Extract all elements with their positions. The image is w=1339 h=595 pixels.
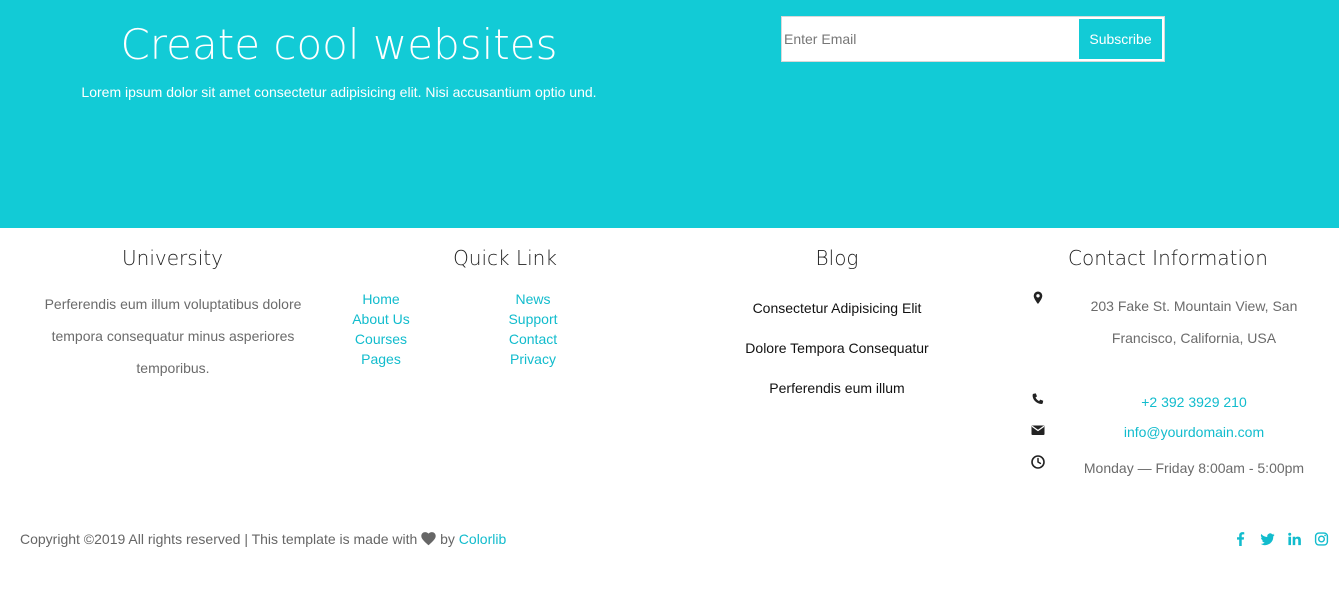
contact-email-link[interactable]: info@yourdomain.com (1074, 422, 1314, 442)
contact-address: 203 Fake St. Mountain View, San Francisc… (1090, 298, 1298, 346)
list-item: News (483, 289, 583, 309)
heart-icon (421, 532, 436, 549)
hero-subtitle: Lorem ipsum dolor sit amet consectetur a… (81, 84, 597, 100)
contact-hours: Monday — Friday 8:00am - 5:00pm (1083, 460, 1305, 476)
copyright-prefix: Copyright ©2019 All rights reserved | Th… (20, 531, 418, 547)
copyright-by: by (440, 531, 455, 547)
copyright-text: Copyright ©2019 All rights reserved | Th… (20, 531, 506, 549)
blog-post-link[interactable]: Dolore Tempora Consequatur (693, 338, 981, 378)
contact-title: Contact Information (1068, 246, 1268, 270)
list-item: Support (483, 309, 583, 329)
link-pages[interactable]: Pages (361, 351, 401, 367)
link-contact[interactable]: Contact (509, 331, 557, 347)
list-item: Pages (331, 349, 431, 369)
blog-title: Blog (815, 246, 859, 270)
social-links (1233, 531, 1329, 547)
quick-links-list-1: Home About Us Courses Pages (331, 289, 431, 369)
link-about-us[interactable]: About Us (352, 311, 410, 327)
blog-post-link[interactable]: Consectetur Adipisicing Elit (693, 298, 981, 338)
quick-links-list-2: News Support Contact Privacy (483, 289, 583, 369)
linkedin-icon[interactable] (1287, 531, 1302, 547)
list-item: Contact (483, 329, 583, 349)
hero-section: Create cool websites Lorem ipsum dolor s… (0, 0, 1339, 228)
quick-link-title: Quick Link (453, 246, 557, 270)
list-item: Courses (331, 329, 431, 349)
list-item: Privacy (483, 349, 583, 369)
contact-phone-link[interactable]: +2 392 3929 210 (1074, 392, 1314, 412)
subscribe-form: Subscribe (781, 16, 1165, 62)
university-title: University (122, 246, 223, 270)
blog-post-link[interactable]: Perferendis eum illum (693, 378, 981, 418)
link-home[interactable]: Home (362, 291, 399, 307)
university-text: Perferendis eum illum voluptatibus dolor… (44, 296, 302, 376)
link-news[interactable]: News (515, 291, 550, 307)
hero-title: Create cool websites (120, 20, 558, 69)
list-item: About Us (331, 309, 431, 329)
map-marker-icon (1030, 290, 1046, 306)
envelope-icon (1030, 422, 1046, 438)
clock-icon (1030, 454, 1046, 470)
phone-icon (1030, 392, 1046, 408)
facebook-icon[interactable] (1233, 531, 1248, 547)
blog-list: Consectetur Adipisicing Elit Dolore Temp… (693, 298, 981, 418)
email-input[interactable] (783, 18, 1073, 60)
twitter-icon[interactable] (1260, 531, 1275, 547)
subscribe-button[interactable]: Subscribe (1079, 19, 1162, 59)
instagram-icon[interactable] (1314, 531, 1329, 547)
link-support[interactable]: Support (508, 311, 557, 327)
link-courses[interactable]: Courses (355, 331, 407, 347)
list-item: Home (331, 289, 431, 309)
link-privacy[interactable]: Privacy (510, 351, 556, 367)
colorlib-link[interactable]: Colorlib (459, 531, 506, 547)
